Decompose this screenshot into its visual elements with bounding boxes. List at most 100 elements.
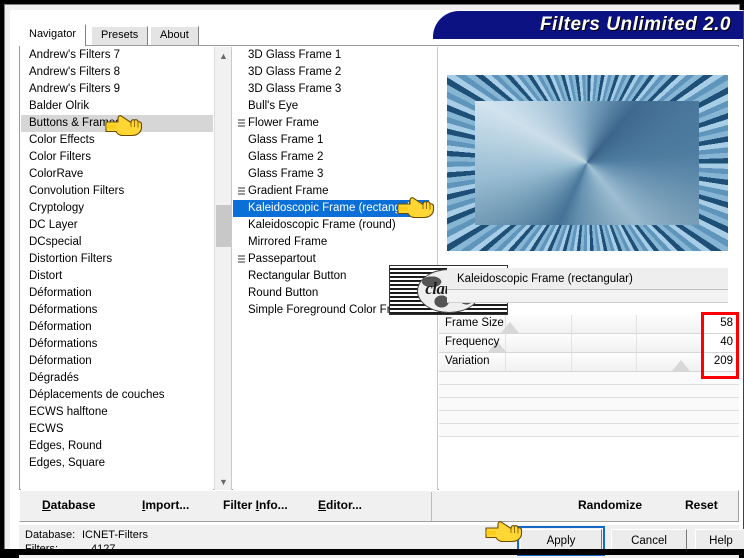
category-item[interactable]: Andrew's Filters 9 — [21, 81, 213, 98]
parameter-row: Variation 209 — [439, 353, 739, 372]
filter-item-label[interactable]: Bull's Eye — [233, 98, 438, 115]
parameter-row: Frequency 40 — [439, 334, 739, 353]
tab-about[interactable]: About — [150, 26, 199, 45]
parameter-label: Frame Size — [445, 317, 504, 329]
scrollbar-thumb[interactable] — [216, 205, 231, 247]
category-item[interactable]: DCspecial — [21, 234, 213, 251]
slider-thumb[interactable] — [671, 360, 690, 371]
category-item[interactable]: Convolution Filters — [21, 183, 213, 200]
filter-item-label[interactable]: Glass Frame 3 — [233, 166, 438, 183]
parameter-label: Frequency — [445, 336, 500, 348]
name-strip-spacer — [447, 290, 728, 303]
category-item[interactable]: Buttons & Frames — [21, 115, 213, 132]
parameter-value: 209 — [713, 355, 733, 367]
database-button[interactable]: Database — [42, 498, 95, 512]
filter-item-label[interactable]: Glass Frame 2 — [233, 149, 438, 166]
category-item[interactable]: Déformations — [21, 336, 213, 353]
tab-navigator[interactable]: Navigator — [19, 24, 87, 46]
filter-item[interactable]: 3D Glass Frame 2 — [233, 64, 438, 81]
window-frame-inner: Filters Unlimited 2.0 Navigator Presets … — [10, 10, 744, 558]
editor-button[interactable]: Editor... — [318, 498, 362, 512]
filter-item-label[interactable]: Flower Frame — [233, 115, 438, 132]
category-list-scrollbar[interactable]: ▲ ▼ — [214, 47, 232, 490]
category-item[interactable]: Déformation — [21, 285, 213, 302]
slider-tick — [570, 315, 572, 333]
category-item[interactable]: ECWS — [21, 421, 213, 438]
filter-item[interactable]: 3D Glass Frame 1 — [233, 47, 438, 64]
scroll-up-icon[interactable]: ▲ — [215, 47, 232, 64]
preview-pane: claudia Kaleidoscopic Frame (rectangular… — [389, 47, 739, 490]
window-frame-outer: Filters Unlimited 2.0 Navigator Presets … — [4, 4, 744, 558]
filter-preview-image[interactable] — [447, 75, 728, 251]
column-separator-1 — [231, 47, 232, 490]
category-item[interactable]: Color Filters — [21, 149, 213, 166]
filter-item[interactable]: Glass Frame 1 — [233, 132, 438, 149]
database-label: Database: — [25, 529, 76, 541]
window-bottom-edge — [0, 549, 744, 555]
category-item[interactable]: Déformation — [21, 319, 213, 336]
category-item[interactable]: ColorRave — [21, 166, 213, 183]
scroll-down-icon[interactable]: ▼ — [215, 473, 232, 490]
randomize-button[interactable]: Randomize — [578, 498, 642, 512]
parameter-row-empty — [439, 424, 739, 437]
category-list[interactable]: Andrew's Filters 7 Andrew's Filters 8 Andr… — [21, 47, 213, 490]
category-item[interactable]: ECWS halftone — [21, 404, 213, 421]
filter-item[interactable]: Kaleidoscopic Frame (rectangular) — [233, 200, 438, 217]
parameter-value-box[interactable]: 58 — [702, 315, 739, 333]
filter-item-label[interactable]: Gradient Frame — [233, 183, 438, 200]
parameter-row-empty — [439, 398, 739, 411]
filter-item[interactable]: Kaleidoscopic Frame (round) — [233, 217, 438, 234]
parameter-value-box[interactable]: 40 — [702, 334, 739, 352]
parameter-row-empty — [439, 385, 739, 398]
category-item[interactable]: Edges, Square — [21, 455, 213, 472]
category-item[interactable]: DC Layer — [21, 217, 213, 234]
main-work-area: Andrew's Filters 7 Andrew's Filters 8 Andr… — [19, 45, 739, 490]
filter-item-label[interactable]: 3D Glass Frame 3 — [233, 81, 438, 98]
filter-item[interactable]: 3D Glass Frame 3 — [233, 81, 438, 98]
tab-presets[interactable]: Presets — [91, 26, 149, 45]
filter-item-label[interactable]: Mirrored Frame — [233, 234, 438, 251]
filter-item[interactable]: Mirrored Frame — [233, 234, 438, 251]
filter-item[interactable]: Flower Frame — [233, 115, 438, 132]
toolbar-separator — [431, 492, 432, 521]
filter-item-label[interactable]: Kaleidoscopic Frame (rectangular) — [233, 200, 429, 217]
parameter-value: 40 — [720, 336, 733, 348]
import-button[interactable]: Import... — [142, 498, 189, 512]
parameter-label: Variation — [445, 355, 490, 367]
reset-button[interactable]: Reset — [685, 498, 718, 512]
filter-item-label[interactable]: 3D Glass Frame 2 — [233, 64, 438, 81]
filter-item[interactable]: Glass Frame 2 — [233, 149, 438, 166]
category-item[interactable]: Cryptology — [21, 200, 213, 217]
database-value: ICNET-Filters — [82, 529, 148, 541]
category-item[interactable]: Dégradés — [21, 370, 213, 387]
slider-tick — [504, 353, 506, 371]
parameter-value: 58 — [720, 317, 733, 329]
category-item[interactable]: Distortion Filters — [21, 251, 213, 268]
category-item[interactable]: Edges, Round — [21, 438, 213, 455]
filter-item-label[interactable]: Kaleidoscopic Frame (round) — [233, 217, 438, 234]
slider-tick — [636, 315, 638, 333]
category-item[interactable]: Déformations — [21, 302, 213, 319]
slider-tick — [570, 353, 572, 371]
category-item[interactable]: Déplacements de couches — [21, 387, 213, 404]
category-item[interactable]: Andrew's Filters 8 — [21, 64, 213, 81]
parameter-row: Frame Size 58 — [439, 315, 739, 334]
filter-item-label[interactable]: Glass Frame 1 — [233, 132, 438, 149]
filter-item[interactable]: Glass Frame 3 — [233, 166, 438, 183]
filter-item-label[interactable]: 3D Glass Frame 1 — [233, 47, 438, 64]
tab-strip: Navigator Presets About — [19, 24, 739, 46]
slider-tick — [570, 334, 572, 352]
category-item[interactable]: Déformation — [21, 353, 213, 370]
slider-tick — [636, 353, 638, 371]
category-item[interactable]: Color Effects — [21, 132, 213, 149]
filter-info-button[interactable]: Filter Info... — [223, 498, 288, 512]
filter-item[interactable]: Bull's Eye — [233, 98, 438, 115]
parameter-value-box[interactable]: 209 — [702, 353, 739, 371]
category-item[interactable]: Balder Olrik — [21, 98, 213, 115]
category-item[interactable]: Andrew's Filters 7 — [21, 47, 213, 64]
category-item[interactable]: Distort — [21, 268, 213, 285]
slider-tick — [636, 334, 638, 352]
filter-item[interactable]: Gradient Frame — [233, 183, 438, 200]
parameter-row-empty — [439, 411, 739, 424]
action-toolbar: Database Import... Filter Info... Editor… — [19, 490, 739, 522]
